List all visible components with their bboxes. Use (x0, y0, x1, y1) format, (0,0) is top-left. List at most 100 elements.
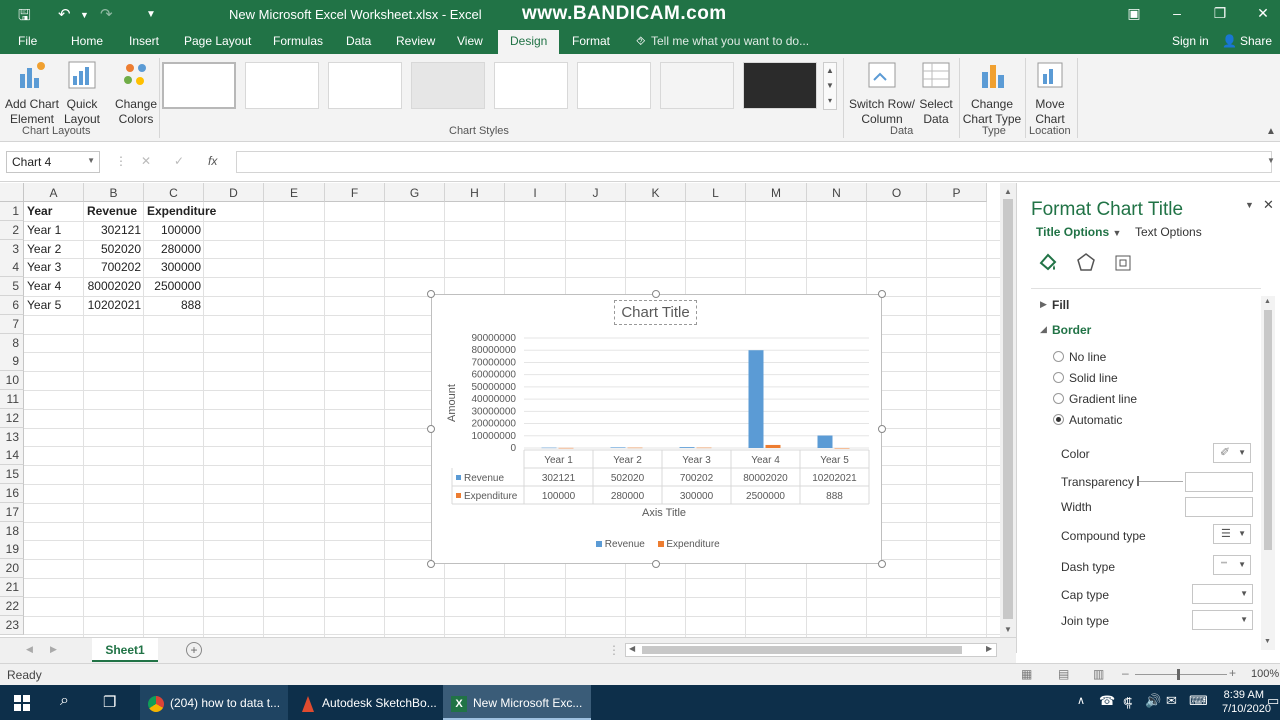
chart-style-8[interactable] (743, 62, 817, 109)
scroll-up-icon[interactable]: ▲ (1004, 187, 1012, 196)
row-header-18[interactable]: 18 (0, 521, 24, 541)
row-header-13[interactable]: 13 (0, 427, 24, 447)
page-layout-view-icon[interactable]: ▤ (1058, 667, 1069, 681)
row-header-3[interactable]: 3 (0, 239, 24, 259)
tab-review[interactable]: Review (396, 34, 435, 48)
next-sheet-icon[interactable]: ▶ (50, 644, 57, 655)
column-header-F[interactable]: F (325, 183, 385, 202)
value-cell[interactable]: 80002020 (84, 277, 144, 296)
scroll-thumb[interactable] (1003, 199, 1013, 619)
resize-handle[interactable] (878, 425, 886, 433)
resize-handle[interactable] (652, 560, 660, 568)
label-cell[interactable]: Year 2 (24, 240, 84, 259)
cap-dropdown-icon[interactable]: ▼ (1240, 589, 1248, 598)
column-header-G[interactable]: G (385, 183, 445, 202)
horizontal-scrollbar[interactable]: ◀ ▶ (625, 643, 997, 657)
pane-scroll-up-icon[interactable]: ▲ (1264, 298, 1271, 305)
undo-icon[interactable]: ↶ (58, 5, 71, 23)
automatic-radio[interactable] (1053, 414, 1064, 425)
row-header-10[interactable]: 10 (0, 371, 24, 391)
fill-section[interactable]: Fill (1052, 298, 1069, 312)
quick-layout-button[interactable]: Quick Layout (60, 60, 104, 127)
share-button[interactable]: Share (1240, 34, 1272, 48)
resize-handle[interactable] (652, 290, 660, 298)
row-header-11[interactable]: 11 (0, 390, 24, 409)
chart-area[interactable]: Chart Title Amount 90000000 80000000 70000… (431, 294, 882, 564)
value-cell[interactable]: 300000 (144, 258, 204, 277)
transparency-input[interactable] (1185, 472, 1253, 492)
resize-handle[interactable] (878, 290, 886, 298)
tab-design[interactable]: Design (498, 30, 560, 54)
label-cell[interactable]: Year 5 (24, 296, 84, 315)
x-axis-title[interactable]: Axis Title (642, 507, 686, 519)
select-all-button[interactable] (0, 183, 24, 202)
split-handle-icon[interactable]: ⋮ (608, 643, 620, 657)
row-header-7[interactable]: 7 (0, 314, 24, 334)
zoom-slider-thumb[interactable] (1177, 669, 1180, 680)
row-header-1[interactable]: 1 (0, 202, 24, 221)
add-chart-element-button[interactable]: Add Chart Element (4, 60, 60, 127)
column-header-H[interactable]: H (445, 183, 505, 202)
label-cell[interactable]: Year 3 (24, 258, 84, 277)
dash-type-picker[interactable]: ┅ ▼ (1213, 555, 1251, 575)
search-icon[interactable]: ⌕ (60, 685, 69, 720)
switch-row-column-button[interactable]: Switch Row/ Column (848, 60, 916, 127)
title-options-dropdown-icon[interactable]: ▼ (1112, 228, 1121, 238)
gradient-line-label[interactable]: Gradient line (1069, 392, 1137, 406)
sign-in-link[interactable]: Sign in (1172, 34, 1209, 48)
dash-dropdown-icon[interactable]: ▼ (1238, 560, 1246, 569)
tab-format[interactable]: Format (572, 34, 610, 48)
close-icon[interactable]: ✕ (1248, 5, 1278, 22)
scroll-left-icon[interactable]: ◀ (629, 644, 635, 653)
pane-options-icon[interactable]: ▼ (1245, 200, 1254, 210)
minimize-icon[interactable]: – (1162, 5, 1192, 21)
plot-area[interactable]: 900000008000000070000000 6000000050000000… (432, 295, 883, 565)
pane-scroll-thumb[interactable] (1264, 310, 1272, 550)
tab-formulas[interactable]: Formulas (273, 34, 323, 48)
chart-style-5[interactable] (494, 62, 568, 109)
tab-view[interactable]: View (457, 34, 483, 48)
column-header-C[interactable]: C (144, 183, 204, 202)
compound-dropdown-icon[interactable]: ▼ (1238, 529, 1246, 538)
windows-start-icon[interactable] (14, 695, 30, 711)
cap-type-select[interactable]: ▼ (1192, 584, 1253, 604)
show-hidden-icons-icon[interactable]: ∧ (1077, 685, 1085, 720)
value-cell[interactable]: 302121 (84, 221, 144, 240)
color-dropdown-icon[interactable]: ▼ (1238, 448, 1246, 457)
label-cell[interactable]: Year 4 (24, 277, 84, 296)
zoom-slider[interactable] (1135, 674, 1227, 675)
row-header-9[interactable]: 9 (0, 352, 24, 372)
row-header-20[interactable]: 20 (0, 559, 24, 579)
row-header-15[interactable]: 15 (0, 465, 24, 485)
fill-line-icon[interactable] (1037, 251, 1059, 273)
cancel-icon[interactable]: ✕ (141, 154, 151, 168)
header-cell[interactable]: Revenue (84, 202, 144, 221)
column-header-A[interactable]: A (24, 183, 84, 202)
column-header-I[interactable]: I (505, 183, 566, 202)
chart-styles-scroll[interactable]: ▲ ▼ ▾ (823, 62, 837, 110)
taskbar-chrome[interactable]: (204) how to data t... (140, 685, 288, 720)
row-header-12[interactable]: 12 (0, 408, 24, 428)
chart-style-3[interactable] (328, 62, 402, 109)
value-cell[interactable]: 280000 (144, 240, 204, 259)
chart-style-6[interactable] (577, 62, 651, 109)
wifi-icon[interactable]: ⸿ (1123, 685, 1132, 720)
compound-type-picker[interactable]: ☰ ▼ (1213, 524, 1251, 544)
change-colors-button[interactable]: Change Colors (114, 60, 158, 127)
no-line-label[interactable]: No line (1069, 350, 1106, 364)
move-chart-button[interactable]: Move Chart (1028, 60, 1072, 127)
hscroll-thumb[interactable] (642, 646, 962, 654)
value-cell[interactable]: 2500000 (144, 277, 204, 296)
chart-style-7[interactable] (660, 62, 734, 109)
resize-handle[interactable] (427, 560, 435, 568)
name-box-dropdown-icon[interactable]: ▼ (87, 156, 95, 165)
undo-dropdown-icon[interactable]: ▼ (80, 10, 89, 20)
insert-function-button[interactable]: fx (208, 154, 217, 168)
restore-icon[interactable]: ❐ (1205, 5, 1235, 22)
automatic-label[interactable]: Automatic (1069, 413, 1122, 427)
network-icon[interactable]: ☎ (1099, 685, 1115, 720)
system-clock[interactable]: 8:39 AM 7/10/2020 (1222, 685, 1271, 720)
row-header-22[interactable]: 22 (0, 596, 24, 616)
solid-line-radio[interactable] (1053, 372, 1064, 383)
chart-style-1[interactable] (162, 62, 236, 109)
